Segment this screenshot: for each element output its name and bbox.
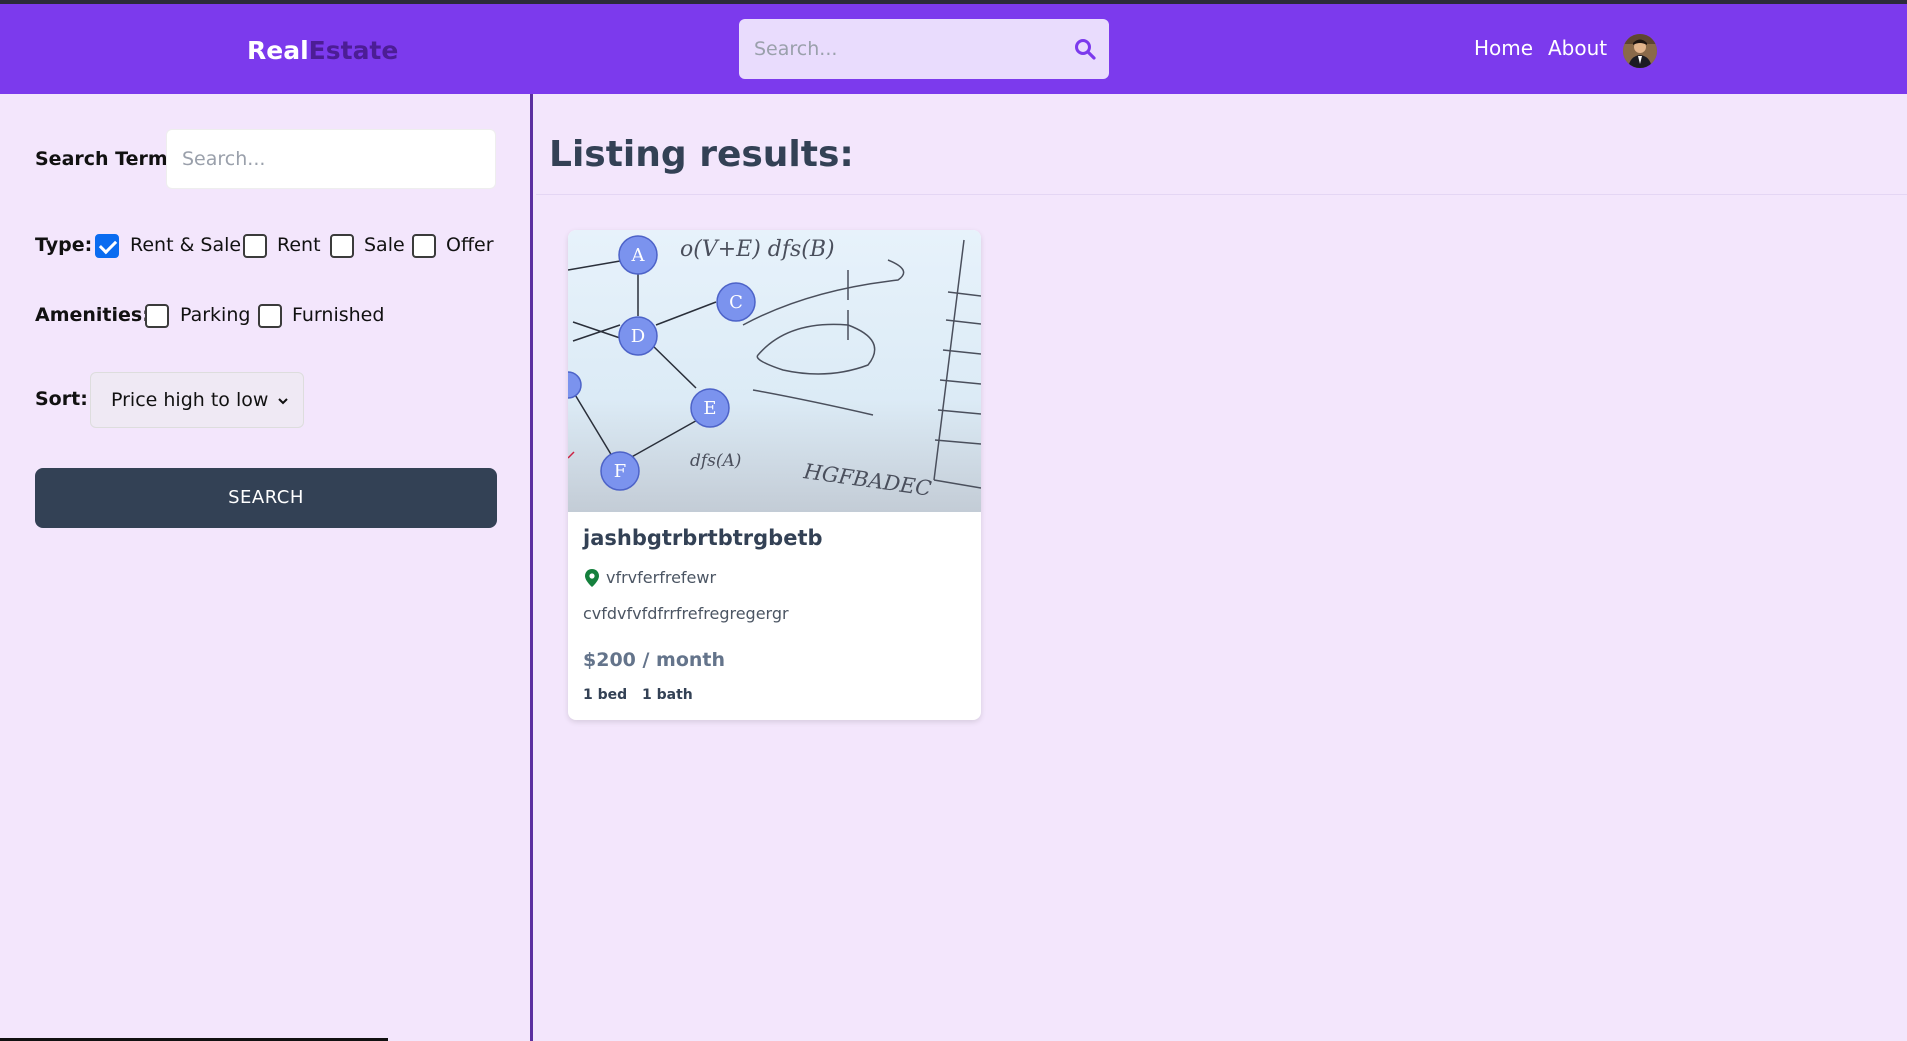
site-logo[interactable]: RealEstate (247, 36, 398, 65)
chevron-down-icon (278, 398, 288, 405)
listing-description: cvfdvfvfdfrrfrefregregergr (583, 604, 789, 623)
avatar-image (1623, 34, 1657, 68)
type-label: Type: (35, 234, 93, 256)
offer-label: Offer (446, 234, 494, 256)
amenities-label: Amenities: (35, 304, 150, 326)
graph-node-e: E (703, 398, 716, 419)
search-term-input[interactable] (166, 129, 496, 189)
sort-select[interactable]: Price high to low (90, 372, 304, 428)
sort-selected-value: Price high to low (111, 389, 269, 411)
parking-label: Parking (180, 304, 251, 326)
checkbox-offer[interactable] (412, 234, 436, 258)
header-search-box (739, 19, 1109, 79)
listing-price: $200 / month (583, 649, 726, 671)
listing-baths: 1 bath (642, 687, 693, 703)
sort-label: Sort: (35, 388, 88, 410)
navbar: RealEstate Home About (0, 4, 1907, 94)
graph-node-a: A (631, 245, 646, 266)
logo-part-estate: Estate (308, 36, 399, 65)
whiteboard-dfs-a: dfs(A) (690, 451, 741, 471)
location-pin-icon (585, 569, 599, 587)
checkbox-sale[interactable] (330, 234, 354, 258)
listing-address: vfrvferfrefewr (606, 568, 717, 587)
checkbox-rent-and-sale[interactable] (95, 234, 119, 258)
logo-part-real: Real (247, 36, 309, 65)
search-button[interactable]: SEARCH (35, 468, 497, 528)
page-title: Listing results: (549, 134, 854, 175)
listing-card[interactable]: A C D E F o(V+E) dfs(B) dfs(A) HGFBADEC (568, 230, 981, 720)
listing-image: A C D E F o(V+E) dfs(B) dfs(A) HGFBADEC (568, 230, 981, 512)
listing-title[interactable]: jashbgtrbrtbtrgbetb (583, 526, 823, 550)
furnished-label: Furnished (292, 304, 385, 326)
checkbox-rent[interactable] (243, 234, 267, 258)
graph-node-f: F (614, 461, 627, 482)
rent-label: Rent (277, 234, 321, 256)
nav-home-link[interactable]: Home (1474, 36, 1533, 60)
header-search-input[interactable] (739, 19, 1059, 79)
listing-beds: 1 bed (583, 687, 628, 703)
title-divider (536, 194, 1907, 195)
graph-node-d: D (631, 326, 645, 347)
search-icon[interactable] (1073, 37, 1097, 61)
graph-node-c: C (729, 292, 743, 313)
rent-and-sale-label: Rent & Sale (130, 234, 242, 256)
nav-about-link[interactable]: About (1548, 36, 1607, 60)
user-avatar[interactable] (1623, 34, 1657, 68)
whiteboard-complexity: o(V+E) dfs(B) (680, 237, 835, 262)
filter-sidebar: Search Term: Type: Rent & Sale Rent Sale… (0, 94, 533, 1041)
sale-label: Sale (364, 234, 405, 256)
checkbox-parking[interactable] (145, 304, 169, 328)
search-term-label: Search Term: (35, 148, 176, 170)
checkbox-furnished[interactable] (258, 304, 282, 328)
